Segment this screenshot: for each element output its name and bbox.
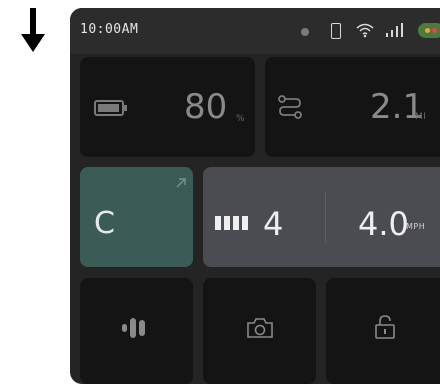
device-screen: 10:00AM 80 % 2.1 MI C 4 4.0 MPH (70, 8, 440, 384)
battery-unit: % (236, 114, 246, 124)
lights-button[interactable] (80, 278, 193, 384)
wifi-icon (356, 23, 374, 38)
gear-value: 4 (263, 205, 284, 243)
mode-label: C (94, 206, 115, 241)
unlock-icon (375, 315, 395, 339)
status-pill (418, 23, 440, 38)
camera-button[interactable] (203, 278, 316, 384)
distance-unit: MI (415, 112, 427, 122)
lights-icon (122, 318, 145, 338)
status-time: 10:00AM (80, 22, 139, 37)
battery-value: 80 (184, 87, 228, 127)
mode-tile[interactable]: C (80, 167, 193, 267)
speed-unit: MPH (406, 222, 426, 231)
status-bar: 10:00AM (70, 8, 440, 54)
recording-dot-icon (301, 28, 309, 36)
distance-tile[interactable]: 2.1 MI (265, 57, 440, 157)
down-arrow-icon (21, 8, 45, 52)
phone-icon (331, 23, 341, 39)
signal-icon (386, 23, 403, 37)
lock-button[interactable] (326, 278, 440, 384)
gear-bars-icon (215, 216, 248, 230)
speed-tile[interactable]: 4 4.0 MPH (203, 167, 440, 267)
route-icon (278, 95, 302, 119)
camera-icon (247, 318, 273, 338)
speed-value: 4.0 (358, 205, 409, 243)
expand-arrow-icon (176, 178, 186, 188)
battery-tile[interactable]: 80 % (80, 57, 255, 157)
battery-icon (94, 100, 127, 116)
speed-divider (325, 192, 326, 242)
